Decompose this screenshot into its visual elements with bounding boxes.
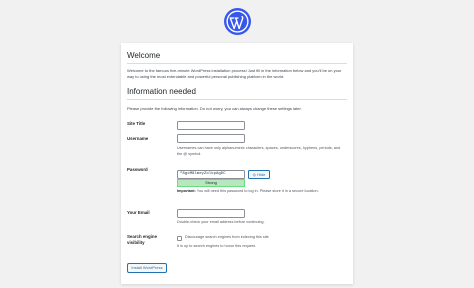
search-visibility-label: Search engine visibility [127,234,158,245]
setup-card: Welcome Welcome to the famous five-minut… [121,43,353,284]
hide-password-button[interactable]: ◎Hide [248,170,270,179]
hide-password-label: Hide [257,172,266,177]
username-label: Username [127,136,149,141]
information-divider [127,99,347,100]
wordpress-logo-icon[interactable] [224,8,251,35]
discourage-search-checkbox[interactable] [177,236,182,241]
discourage-search-label[interactable]: Discourage search engines from indexing … [185,235,335,241]
username-description: Usernames can have only alphanumeric cha… [177,146,341,156]
information-heading: Information needed [127,87,196,96]
email-input[interactable] [177,209,245,218]
install-wordpress-button[interactable]: Install WordPress [127,263,167,273]
welcome-divider [127,63,347,64]
site-title-label: Site Title [127,121,146,126]
password-input[interactable]: ^8gxM8lmeyZolkpAgDC [177,170,245,179]
password-important-note: Important: You will need this password t… [177,189,345,195]
eye-icon: ◎ [252,172,257,177]
important-label: Important: [177,189,196,193]
username-input[interactable] [177,134,245,143]
site-title-input[interactable] [177,121,245,130]
email-label: Your Email [127,210,150,215]
important-text: You will need this password to log in. P… [196,189,319,193]
email-description: Double-check your email address before c… [177,220,265,224]
password-strength-indicator: Strong [177,179,245,187]
password-label: Password [127,167,148,172]
wordpress-w-icon [226,10,249,33]
information-text: Please provide the following information… [127,106,302,111]
welcome-text: Welcome to the famous five-minute WordPr… [127,68,342,79]
welcome-heading: Welcome [127,51,161,60]
search-visibility-description: It is up to search engines to honor this… [177,244,256,248]
